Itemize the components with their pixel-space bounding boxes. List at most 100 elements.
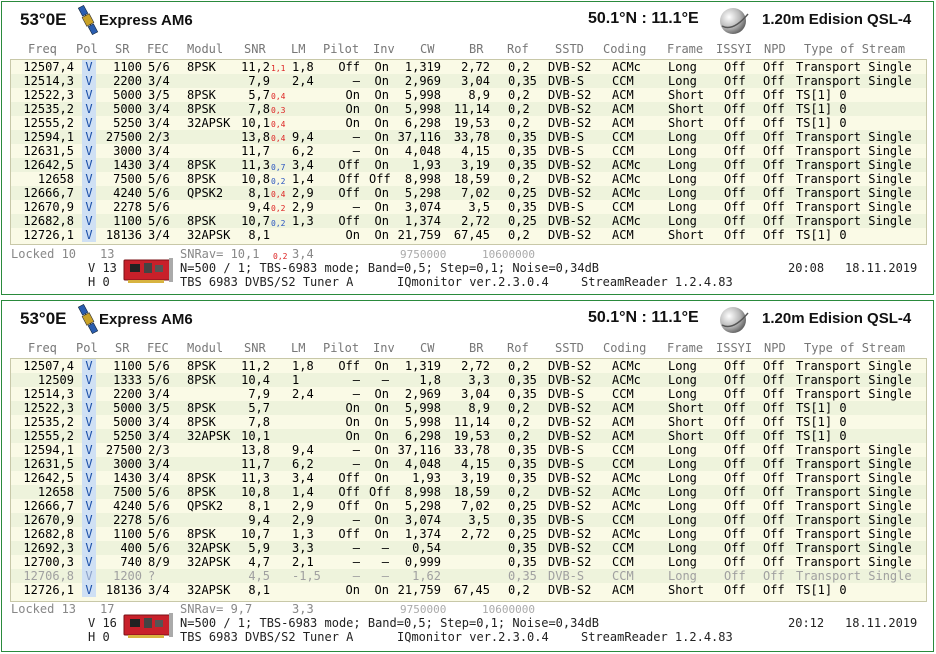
table-row[interactable]: 12726,1 V 18136 3/4 32APSK 8,1 On On 21,759 67,45…: [11, 583, 926, 597]
column-header[interactable]: Pilot: [323, 341, 359, 355]
cell-br: 11,14: [453, 102, 490, 116]
cell-type: Transport Single: [796, 74, 912, 88]
table-row[interactable]: 12514,3 V 2200 3/4 7,9 2,4 – On 2,969 3,04 0,35 DVB…: [11, 387, 926, 401]
cell-type: Transport Single: [796, 513, 912, 527]
cell-npd: Off: [763, 60, 785, 74]
column-header[interactable]: SR: [115, 341, 129, 355]
globe-icon: [714, 6, 752, 36]
column-header[interactable]: Frame: [667, 341, 703, 355]
cell-rof: 0,2: [508, 485, 530, 499]
table-row[interactable]: 12507,4 V 1100 5/6 8PSK 11,2 1,8 Off On 1,319 2,72…: [11, 60, 926, 74]
table-row[interactable]: 12666,7 V 4240 5/6 QPSK2 8,1 2,9 Off On 5,298 7,02…: [11, 499, 926, 513]
cell-issyi: Off: [724, 457, 746, 471]
column-header[interactable]: NPD: [764, 341, 786, 355]
table-row[interactable]: 12706,8 V 1200? 4,5 -1,5 – – 1,62 0,35 DVB-S CCM Lo…: [11, 569, 926, 583]
column-header[interactable]: SNR: [244, 42, 266, 56]
column-header[interactable]: Type of Stream: [804, 42, 905, 56]
cell-type: TS[1] 0: [796, 88, 847, 102]
column-header[interactable]: BR: [469, 341, 483, 355]
column-header[interactable]: FEC: [147, 341, 169, 355]
table-row[interactable]: 12507,4 V 1100 5/6 8PSK 11,2 1,8 Off On 1,319 2,72…: [11, 359, 926, 373]
column-header[interactable]: CW: [420, 341, 434, 355]
column-header[interactable]: ISSYI: [716, 341, 752, 355]
lof-high: 10600000: [482, 603, 535, 616]
column-header[interactable]: Freq: [28, 42, 57, 56]
table-row[interactable]: 12522,3 V 5000 3/5 8PSK 5,7 On On 5,998 8,9 0,2 DVB…: [11, 88, 926, 102]
column-header[interactable]: SSTD: [555, 42, 584, 56]
table-row[interactable]: 12692,3 V 400 5/6 32APSK 5,9 3,3 – – 0,54 0,35 DVB-…: [11, 541, 926, 555]
column-header[interactable]: ISSYI: [716, 42, 752, 56]
cell-cw: 2,969: [404, 74, 441, 88]
column-header[interactable]: CW: [420, 42, 434, 56]
cell-inv: On: [374, 116, 389, 130]
column-header[interactable]: SSTD: [555, 341, 584, 355]
cell-sstd: DVB-S2: [548, 359, 592, 373]
column-header[interactable]: Pilot: [323, 42, 359, 56]
column-header[interactable]: Coding: [603, 42, 646, 56]
column-header[interactable]: Coding: [603, 341, 646, 355]
table-row[interactable]: 12682,8 V 1100 5/6 8PSK 10,7 1,3 Off On 1,374 2,72…: [11, 527, 926, 541]
column-header[interactable]: Pol: [76, 341, 98, 355]
table-row[interactable]: 12555,2 V 5250 3/4 32APSK 10,1 On On 6,298 19,53 0…: [11, 429, 926, 443]
cell-rof: 0,35: [508, 130, 537, 144]
column-header[interactable]: Rof: [507, 42, 529, 56]
table-row[interactable]: 12594,1 V 27500 2/3 13,8 9,4 – On 37,116 33,78 0,3…: [11, 443, 926, 457]
table-row[interactable]: 12631,5 V 3000 3/4 11,7 6,2 – On 4,048 4,15 0,35 DV…: [11, 457, 926, 471]
column-header[interactable]: SNR: [244, 341, 266, 355]
table-row[interactable]: 12682,8 V 1100 5/6 8PSK 10,7 1,3 Off On 1,374 2,72…: [11, 214, 926, 228]
cell-br: 4,15: [461, 457, 490, 471]
column-header[interactable]: Type of Stream: [804, 341, 905, 355]
cell-pilot: Off: [338, 485, 360, 499]
table-row[interactable]: 12642,5 V 1430 3/4 8PSK 11,3 3,4 Off On 1,93 3,19 0…: [11, 158, 926, 172]
cell-pilot: On: [345, 401, 360, 415]
cell-fec: 3/5: [148, 88, 170, 102]
table-row[interactable]: 12594,1 V 27500 2/3 13,8 9,4 – On 37,116 33,78 0,3…: [11, 130, 926, 144]
table-row[interactable]: 12658 V 7500 5/6 8PSK 10,8 1,4 Off Off 8,998 18,59…: [11, 172, 926, 186]
table-row[interactable]: 12514,3 V 2200 3/4 7,9 2,4 – On 2,969 3,04 0,35 DVB…: [11, 74, 926, 88]
cell-snr: 11,3: [241, 158, 270, 172]
column-header[interactable]: Pol: [76, 42, 98, 56]
column-header[interactable]: Frame: [667, 42, 703, 56]
table-row[interactable]: 12700,3 V 740 8/9 32APSK 4,7 2,1 – – 0,999 0,35 DVB…: [11, 555, 926, 569]
column-header[interactable]: LM: [291, 42, 305, 56]
tuner-card-icon: [122, 256, 174, 286]
table-row[interactable]: 12631,5 V 3000 3/4 11,7 6,2 – On 4,048 4,15 0,35 DV…: [11, 144, 926, 158]
column-header[interactable]: NPD: [764, 42, 786, 56]
cell-lm: 1: [292, 373, 300, 387]
cell-freq: 12535,2: [23, 415, 74, 429]
table-row[interactable]: 12670,9 V 2278 5/6 9,4 2,9 – On 3,074 3,5 0,35 DVB-…: [11, 513, 926, 527]
table-row[interactable]: 12726,1 V 18136 3/4 32APSK 8,1 On On 21,759 67,45…: [11, 228, 926, 242]
table-row[interactable]: 12522,3 V 5000 3/5 8PSK 5,7 On On 5,998 8,9 0,2 DVB…: [11, 401, 926, 415]
table-row[interactable]: 12658 V 7500 5/6 8PSK 10,8 1,4 Off Off 8,998 18,59…: [11, 485, 926, 499]
cell-br: 18,59: [453, 172, 490, 186]
cell-sr: 1100: [113, 527, 142, 541]
column-header[interactable]: Inv: [373, 42, 395, 56]
column-header[interactable]: Modul: [187, 42, 223, 56]
column-header[interactable]: Freq: [28, 341, 57, 355]
cell-pol: V: [82, 429, 96, 443]
table-row[interactable]: 12642,5 V 1430 3/4 8PSK 11,3 3,4 Off On 1,93 3,19 0…: [11, 471, 926, 485]
cell-issyi: Off: [724, 74, 746, 88]
cell-npd: Off: [763, 471, 785, 485]
column-header[interactable]: SR: [115, 42, 129, 56]
column-header[interactable]: Modul: [187, 341, 223, 355]
cell-pilot: Off: [338, 471, 360, 485]
table-row[interactable]: 12535,2 V 5000 3/4 8PSK 7,8 On On 5,998 11,14 0,2 D…: [11, 415, 926, 429]
column-header[interactable]: FEC: [147, 42, 169, 56]
column-header[interactable]: LM: [291, 341, 305, 355]
lof-low: 9750000: [400, 603, 447, 616]
table-row[interactable]: 12666,7 V 4240 5/6 QPSK2 8,1 2,9 Off On 5,298 7,02…: [11, 186, 926, 200]
table-row[interactable]: 12535,2 V 5000 3/4 8PSK 7,8 On On 5,998 11,14 0,2 D…: [11, 102, 926, 116]
column-header[interactable]: BR: [469, 42, 483, 56]
snr-delta-mark: 1,1: [271, 64, 286, 73]
cell-pilot: –: [352, 373, 360, 387]
cell-fec: 5/6: [148, 541, 170, 555]
table-row[interactable]: 12509 V 1333 5/6 8PSK 10,4 1 – – 1,8 3,3 0,35 DVB-S2…: [11, 373, 926, 387]
column-header[interactable]: Rof: [507, 341, 529, 355]
column-header[interactable]: Inv: [373, 341, 395, 355]
status-footer: Locked 13 17 SNRav= 9,7 3,3 9750000 10600000 V…: [2, 603, 933, 647]
cell-frame: Long: [668, 74, 697, 88]
cell-rof: 0,25: [508, 186, 537, 200]
table-row[interactable]: 12670,9 V 2278 5/6 9,4 2,9 – On 3,074 3,5 0,35 DVB-…: [11, 200, 926, 214]
table-row[interactable]: 12555,2 V 5250 3/4 32APSK 10,1 On On 6,298 19,53 0…: [11, 116, 926, 130]
